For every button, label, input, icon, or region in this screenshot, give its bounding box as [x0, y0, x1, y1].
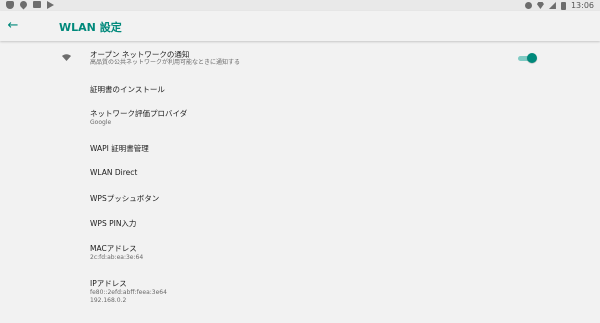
status-bar-notifications: [6, 0, 54, 10]
status-bar-system: 13:06: [524, 0, 594, 11]
battery-icon: [560, 1, 566, 10]
setting-install-certificate[interactable]: 証明書のインストール: [0, 80, 600, 96]
do-not-disturb-icon: [524, 2, 532, 9]
mac-address-value: 2c:fd:ab:ea:3e:64: [90, 254, 144, 261]
ipv6-address-value: fe80::2efd:abff:feea:3e64: [90, 289, 167, 296]
setting-title: IPアドレス: [90, 279, 127, 288]
setting-open-network-notification[interactable]: オープン ネットワークの通知 高品質の公共ネットワークが利用可能なときに通知する: [0, 48, 600, 70]
location-pin-icon: [18, 0, 29, 10]
open-network-toggle[interactable]: [518, 53, 537, 63]
setting-network-rating-provider[interactable]: ネットワーク評価プロバイダ Google: [0, 106, 600, 130]
status-time: 13:06: [570, 1, 594, 10]
signal-icon: [548, 2, 556, 9]
wifi-icon: [536, 2, 544, 9]
toggle-thumb: [527, 53, 537, 63]
setting-title: WLAN Direct: [90, 168, 138, 177]
app-bar: ← WLAN 設定: [0, 11, 600, 41]
arrow-back-icon[interactable]: ←: [6, 18, 20, 34]
setting-wapi-certificate[interactable]: WAPI 証明書管理: [0, 140, 600, 156]
page-title: WLAN 設定: [59, 21, 122, 34]
setting-title: WAPI 証明書管理: [90, 144, 149, 153]
ipv4-address-value: 192.168.0.2: [90, 297, 127, 304]
setting-title: ネットワーク評価プロバイダ: [90, 109, 188, 118]
setting-ip-address: IPアドレス fe80::2efd:abff:feea:3e64 192.168…: [0, 276, 600, 310]
setting-title: WPS PIN入力: [90, 219, 137, 228]
setting-mac-address: MACアドレス 2c:fd:ab:ea:3e:64: [0, 241, 600, 265]
shield-icon: [6, 1, 14, 9]
status-bar: 13:06: [0, 0, 600, 11]
setting-subtitle: 高品質の公共ネットワークが利用可能なときに通知する: [90, 59, 241, 66]
setting-title: MACアドレス: [90, 244, 137, 253]
setting-wps-push-button[interactable]: WPSプッシュボタン: [0, 190, 600, 206]
setting-subtitle: Google: [90, 119, 112, 126]
setting-wlan-direct[interactable]: WLAN Direct: [0, 165, 600, 181]
setting-title: WPSプッシュボタン: [90, 194, 160, 203]
play-store-icon: [47, 1, 54, 9]
image-icon: [33, 1, 41, 8]
setting-wps-pin[interactable]: WPS PIN入力: [0, 215, 600, 231]
setting-title: 証明書のインストール: [90, 85, 165, 94]
